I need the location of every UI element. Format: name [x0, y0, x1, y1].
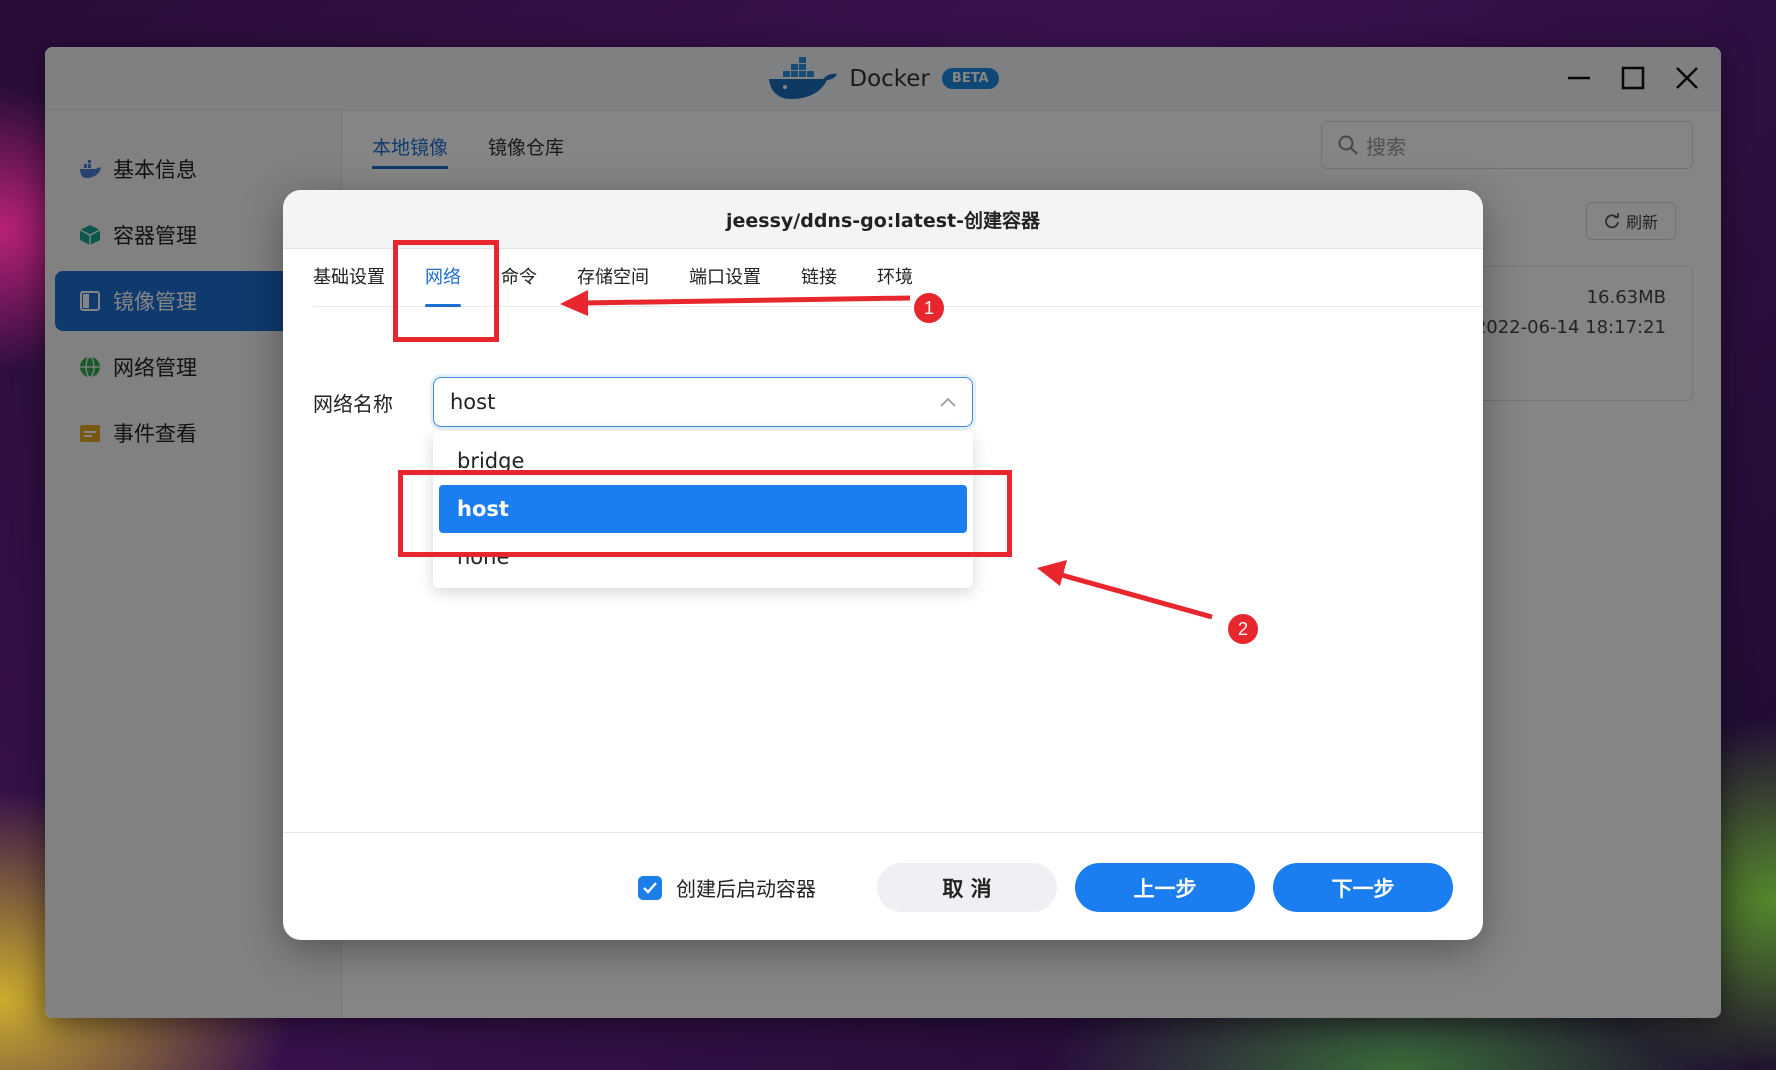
start-after-create-checkbox[interactable]: [638, 875, 662, 900]
annotation-box-network-tab: [393, 240, 499, 342]
network-name-label: 网络名称: [313, 392, 393, 416]
start-after-create[interactable]: 创建后启动容器: [638, 873, 816, 902]
tab-port-settings[interactable]: 端口设置: [689, 249, 761, 307]
network-select-value: host: [450, 390, 496, 414]
annotation-marker-1: 1: [914, 293, 944, 323]
checkmark-icon: [643, 881, 657, 894]
cancel-button[interactable]: 取 消: [877, 863, 1057, 912]
tab-storage[interactable]: 存储空间: [577, 249, 649, 307]
tab-environment[interactable]: 环境: [877, 249, 913, 307]
tab-links[interactable]: 链接: [801, 249, 837, 307]
tab-basic-settings[interactable]: 基础设置: [313, 249, 385, 307]
previous-step-button[interactable]: 上一步: [1075, 863, 1255, 912]
network-select[interactable]: host: [433, 377, 973, 427]
dialog-footer: 创建后启动容器 取 消 上一步 下一步: [283, 832, 1483, 940]
chevron-up-icon: [940, 397, 956, 407]
tab-command[interactable]: 命令: [501, 249, 537, 307]
annotation-marker-2: 2: [1228, 614, 1258, 644]
start-after-create-label: 创建后启动容器: [676, 877, 816, 901]
annotation-box-host-option: [398, 470, 1012, 557]
next-step-button[interactable]: 下一步: [1273, 863, 1453, 912]
